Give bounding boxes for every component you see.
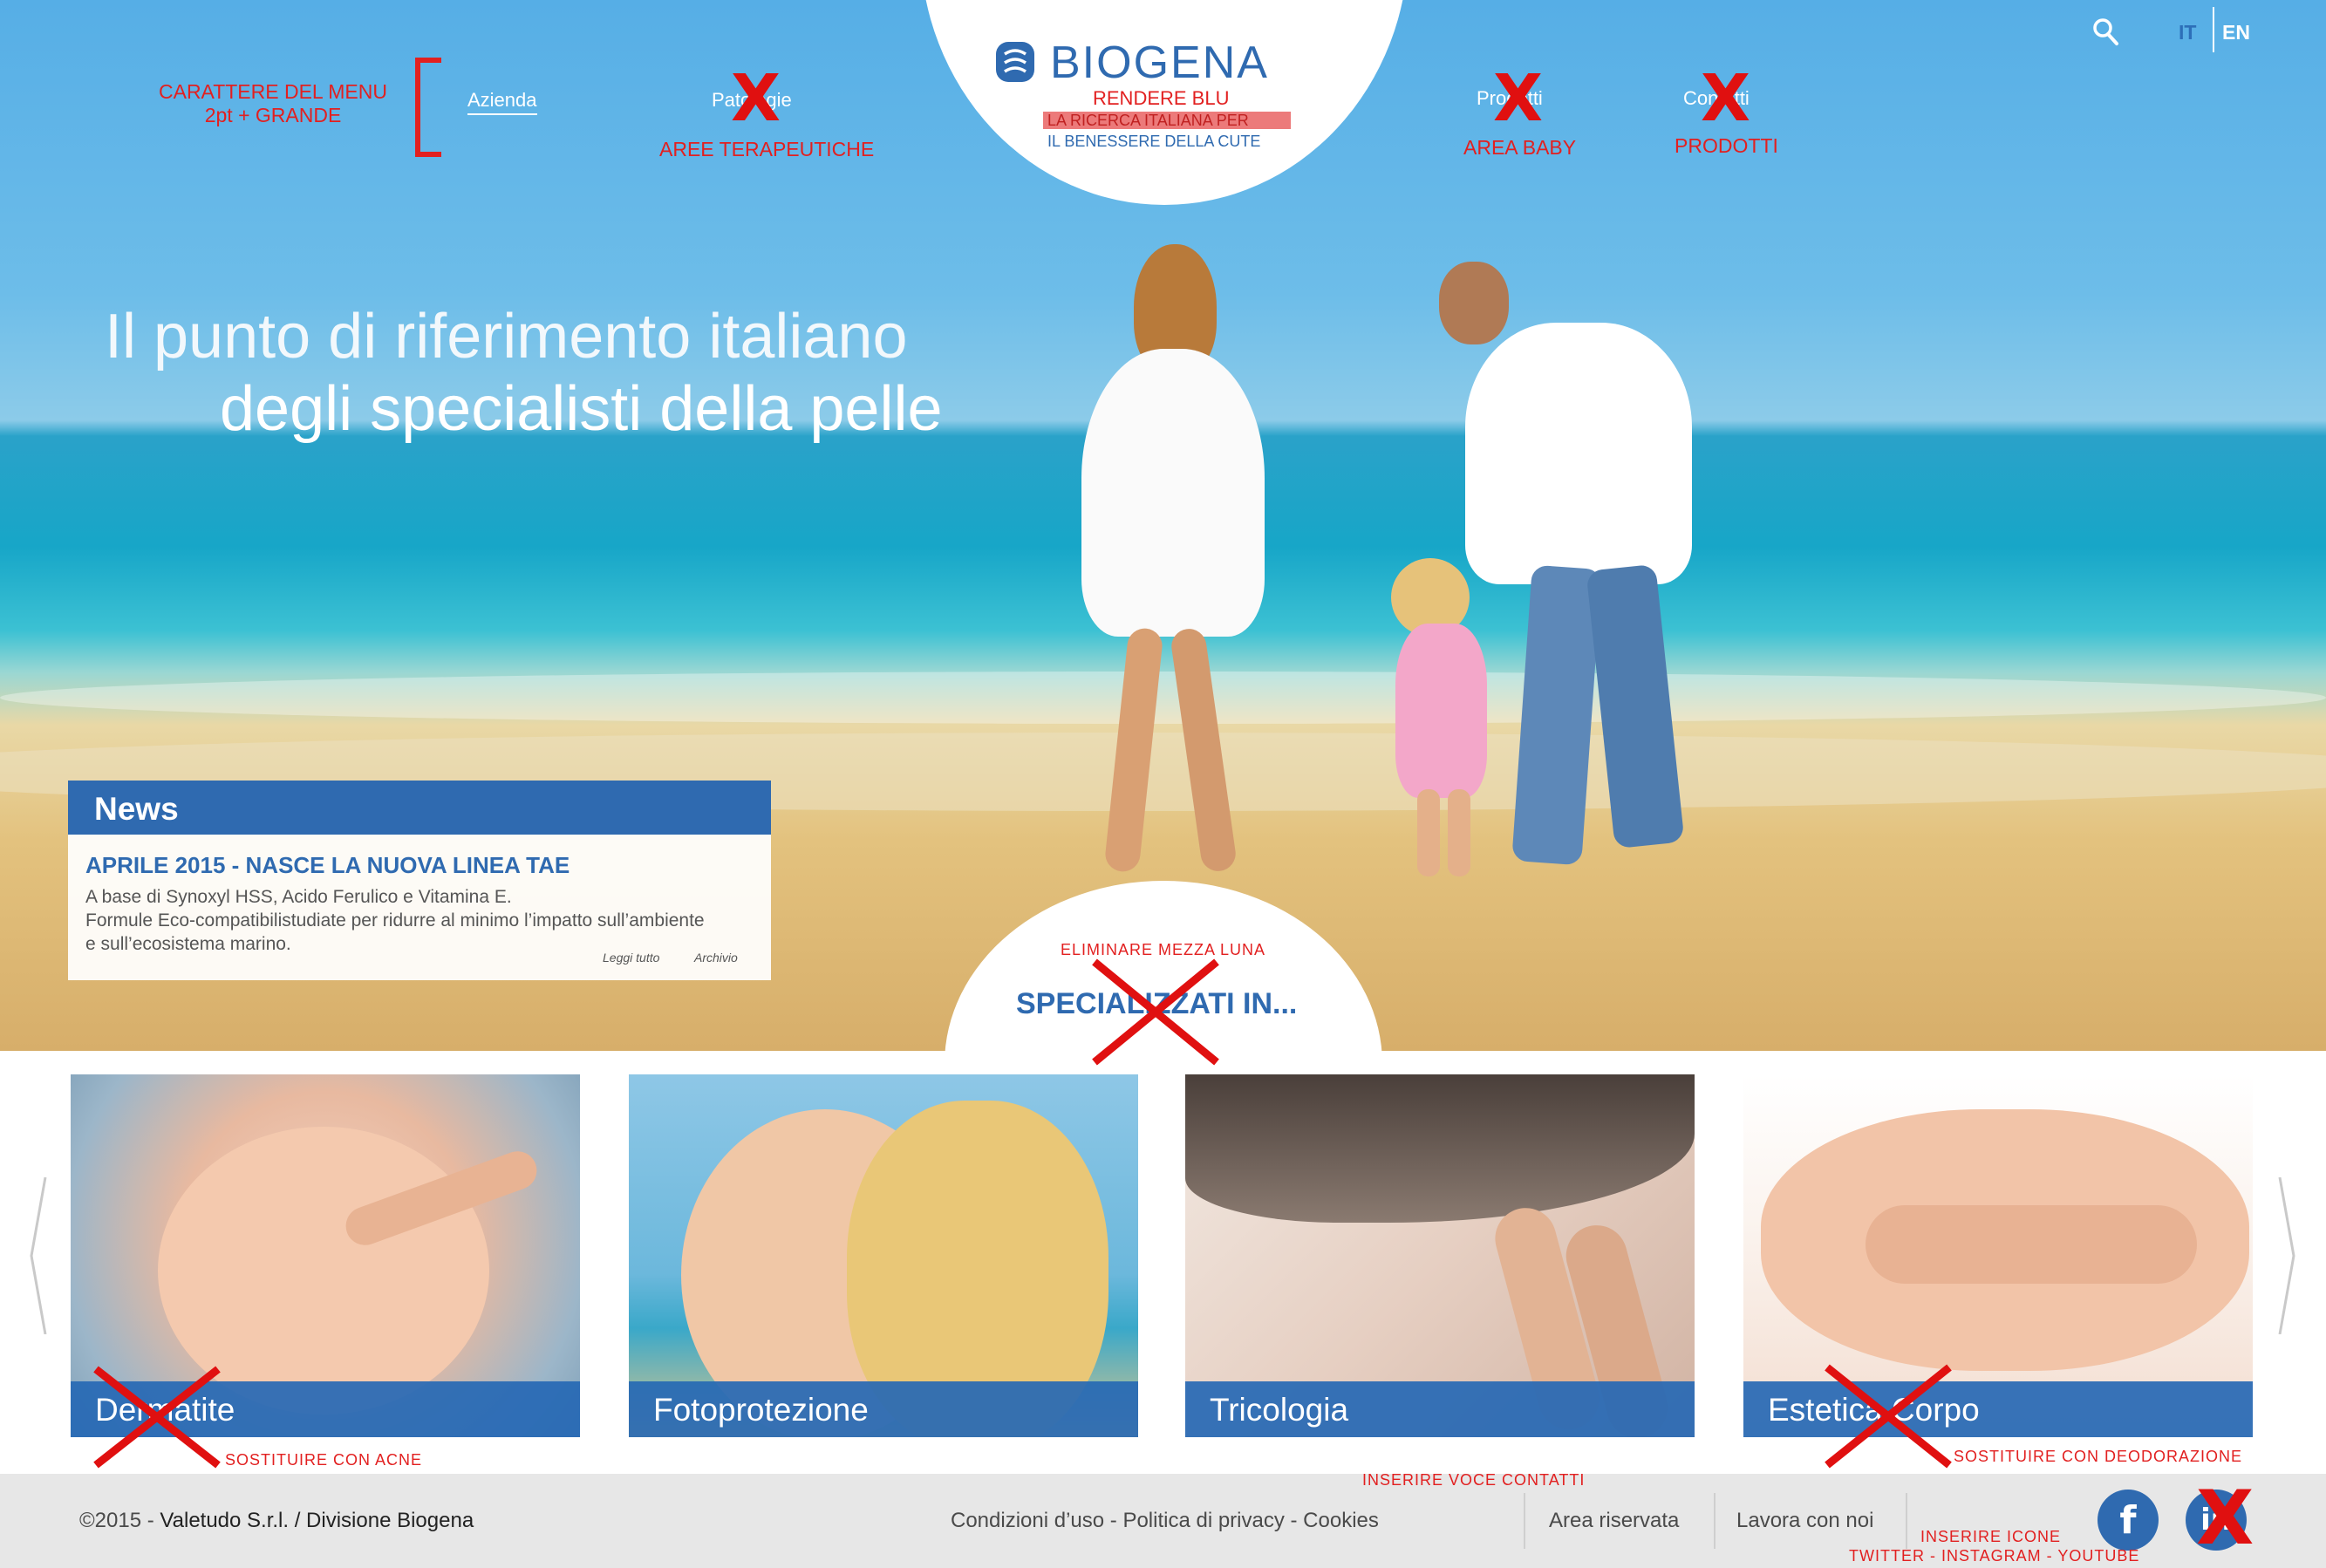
news-text-line: Formule Eco-compatibilistudiate per ridu…	[85, 910, 705, 931]
archive-link[interactable]: Archivio	[694, 951, 738, 965]
news-text: A base di Synoxyl HSS, Acido Ferulico e …	[85, 885, 705, 956]
man-head	[1439, 262, 1509, 344]
strike-cross-mark	[1090, 958, 1221, 1067]
man-shirt	[1465, 323, 1692, 584]
area-riservata-link[interactable]: Area riservata	[1549, 1509, 1679, 1533]
carousel-prev-arrow[interactable]	[28, 1176, 49, 1335]
news-title[interactable]: APRILE 2015 - NASCE LA NUOVA LINEA TAE	[85, 852, 570, 879]
wave-foam	[0, 672, 2326, 724]
hair	[1185, 1074, 1695, 1223]
woman-dress	[1081, 349, 1265, 637]
nav-patologie-note: AREE TERAPEUTICHE	[659, 138, 875, 160]
child-dress	[1395, 624, 1487, 798]
strike-x-mark: X	[731, 61, 781, 136]
lang-divider	[2213, 7, 2214, 52]
company-name: Valetudo S.r.l. / Divisione Biogena	[160, 1509, 474, 1532]
strike-x-mark: X	[1701, 61, 1751, 136]
footer-divider	[1714, 1493, 1716, 1549]
card-estetica-corpo[interactable]: Estetica Corpo	[1743, 1074, 2253, 1437]
news-header: News	[68, 781, 771, 835]
facebook-icon[interactable]: f	[2097, 1490, 2159, 1551]
tagline-line1: LA RICERCA ITALIANA PER	[1047, 112, 1249, 129]
lavora-link[interactable]: Lavora con noi	[1736, 1509, 1873, 1533]
menu-font-note-line2: 2pt + GRANDE	[204, 104, 342, 126]
card-tricologia[interactable]: Tricologia	[1185, 1074, 1695, 1437]
search-icon[interactable]	[2091, 16, 2119, 51]
carousel-next-arrow[interactable]	[2276, 1176, 2297, 1335]
man-leg	[1511, 564, 1602, 866]
strike-cross-mark	[92, 1365, 222, 1469]
card-fotoprotezione[interactable]: Fotoprotezione	[629, 1074, 1138, 1437]
strike-x-mark: X	[2196, 1475, 2254, 1562]
footer-divider	[1524, 1493, 1525, 1549]
brand-name[interactable]: BIOGENA	[1050, 37, 1269, 89]
child-leg	[1417, 789, 1440, 876]
news-heading: News	[94, 791, 179, 827]
hero-headline-line1: Il punto di riferimento italiano	[105, 302, 908, 372]
nav-azienda[interactable]: Azienda	[467, 89, 537, 115]
forearm	[1866, 1205, 2197, 1284]
footer-legal-links[interactable]: Condizioni d’uso - Politica di privacy -…	[951, 1509, 1379, 1533]
news-text-line: A base di Synoxyl HSS, Acido Ferulico e …	[85, 887, 512, 907]
child-leg	[1448, 789, 1470, 876]
nav-contatti-note: PRODOTTI	[1675, 134, 1778, 157]
menu-font-note: CARATTERE DEL MENU 2pt + GRANDE	[155, 80, 391, 127]
card-dermatite-note: SOSTITUIRE CON ACNE	[225, 1451, 423, 1469]
card-estetica-note: SOSTITUIRE CON DEODORAZIONE	[1954, 1448, 2243, 1465]
contacts-note: INSERIRE VOCE CONTATTI	[1362, 1471, 1586, 1489]
card-label: Fotoprotezione	[653, 1392, 869, 1428]
nav-prodotti-note: AREA BABY	[1463, 136, 1577, 159]
copyright-year: ©2015 -	[79, 1509, 160, 1532]
specialized-note: ELIMINARE MEZZA LUNA	[1061, 941, 1266, 958]
icons-note-line1: INSERIRE ICONE	[1920, 1528, 2062, 1545]
tagline-line2: IL BENESSERE DELLA CUTE	[1047, 133, 1261, 150]
footer-copyright: ©2015 - Valetudo S.r.l. / Divisione Biog…	[79, 1509, 474, 1533]
card-label: Tricologia	[1210, 1392, 1349, 1428]
bracket-mark	[415, 58, 441, 157]
news-panel: APRILE 2015 - NASCE LA NUOVA LINEA TAE A…	[68, 835, 771, 980]
read-more-link[interactable]: Leggi tutto	[603, 951, 659, 965]
lang-it[interactable]: IT	[2179, 21, 2196, 44]
icons-note-line2: TWITTER - INSTAGRAM - YOUTUBE	[1849, 1547, 2140, 1565]
footer-divider	[1906, 1493, 1907, 1549]
strike-x-mark: X	[1493, 61, 1544, 136]
hero-headline-line2: degli specialisti della pelle	[220, 374, 943, 444]
strike-cross-mark	[1823, 1363, 1954, 1469]
biogena-logo-icon[interactable]	[994, 40, 1036, 84]
logo-color-note: RENDERE BLU	[1093, 87, 1230, 109]
menu-font-note-line1: CARATTERE DEL MENU	[159, 80, 387, 103]
lang-en[interactable]: EN	[2222, 21, 2250, 44]
